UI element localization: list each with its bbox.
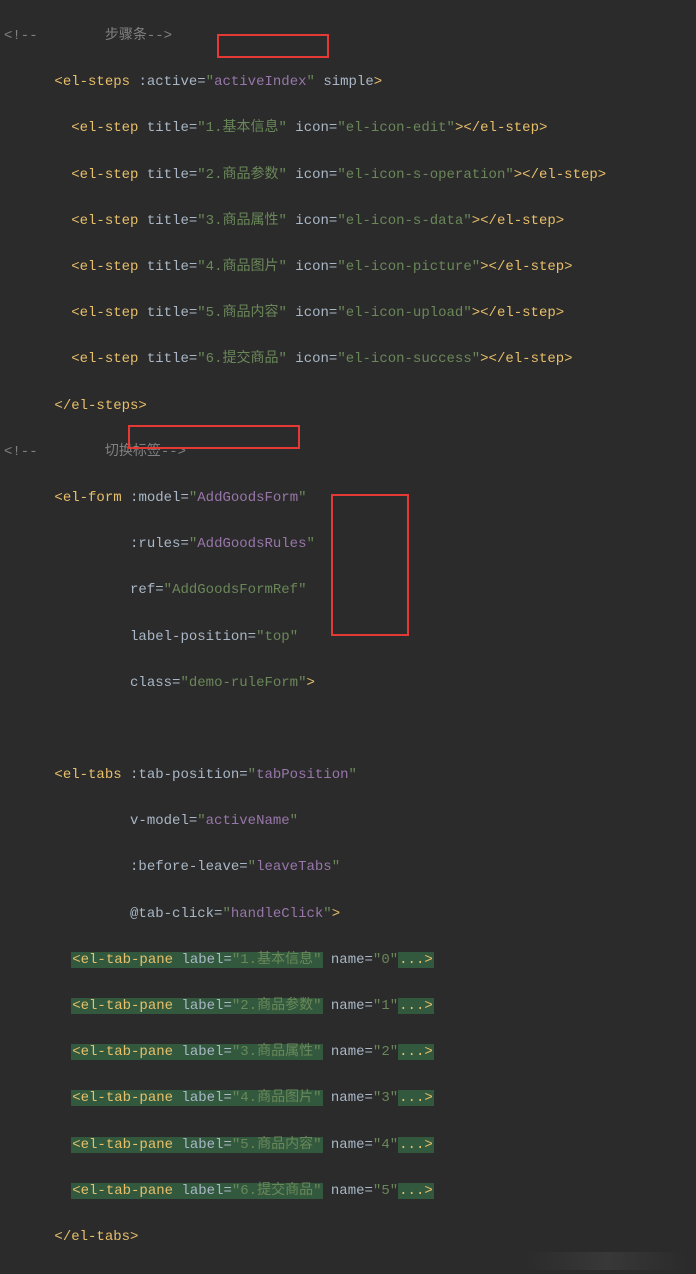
code-line[interactable]: <!-- 步骤条-->: [4, 25, 696, 48]
code-line[interactable]: class="demo-ruleForm">: [4, 672, 696, 695]
code-line[interactable]: <el-step title="6.提交商品" icon="el-icon-su…: [4, 348, 696, 371]
comment-steps: <!-- 步骤条-->: [4, 28, 172, 44]
code-line[interactable]: ref="AddGoodsFormRef": [4, 579, 696, 602]
code-line[interactable]: v-model="activeName": [4, 810, 696, 833]
code-line[interactable]: </el-steps>: [4, 395, 696, 418]
code-line[interactable]: </el-tabs>: [4, 1226, 696, 1249]
code-line[interactable]: <el-step title="4.商品图片" icon="el-icon-pi…: [4, 256, 696, 279]
code-line[interactable]: <el-tabs :tab-position="tabPosition": [4, 764, 696, 787]
code-line[interactable]: <el-steps :active="activeIndex" simple>: [4, 71, 696, 94]
code-line[interactable]: <el-form :model="AddGoodsForm": [4, 487, 696, 510]
code-line[interactable]: label-position="top": [4, 626, 696, 649]
code-line[interactable]: <el-tab-pane label="6.提交商品" name="5"...>: [4, 1180, 696, 1203]
code-line[interactable]: @tab-click="handleClick">: [4, 903, 696, 926]
code-line[interactable]: <el-tab-pane label="3.商品属性" name="2"...>: [4, 1041, 696, 1064]
code-editor[interactable]: <!-- 步骤条--> <el-steps :active="activeInd…: [0, 0, 696, 1274]
code-line[interactable]: <!-- 切换标签-->: [4, 441, 696, 464]
code-line[interactable]: [4, 718, 696, 741]
code-line[interactable]: <el-step title="2.商品参数" icon="el-icon-s-…: [4, 164, 696, 187]
code-line[interactable]: :before-leave="leaveTabs": [4, 856, 696, 879]
code-line[interactable]: <el-step title="5.商品内容" icon="el-icon-up…: [4, 302, 696, 325]
code-line[interactable]: <el-step title="3.商品属性" icon="el-icon-s-…: [4, 210, 696, 233]
watermark: [526, 1252, 686, 1270]
code-line[interactable]: <el-tab-pane label="2.商品参数" name="1"...>: [4, 995, 696, 1018]
code-line[interactable]: :rules="AddGoodsRules": [4, 533, 696, 556]
code-line[interactable]: <el-tab-pane label="5.商品内容" name="4"...>: [4, 1134, 696, 1157]
code-line[interactable]: <el-tab-pane label="4.商品图片" name="3"...>: [4, 1087, 696, 1110]
comment-tabs: <!-- 切换标签-->: [4, 444, 186, 460]
code-line[interactable]: <el-step title="1.基本信息" icon="el-icon-ed…: [4, 117, 696, 140]
code-line[interactable]: <el-tab-pane label="1.基本信息" name="0"...>: [4, 949, 696, 972]
code-area[interactable]: <!-- 步骤条--> <el-steps :active="activeInd…: [0, 0, 696, 1274]
